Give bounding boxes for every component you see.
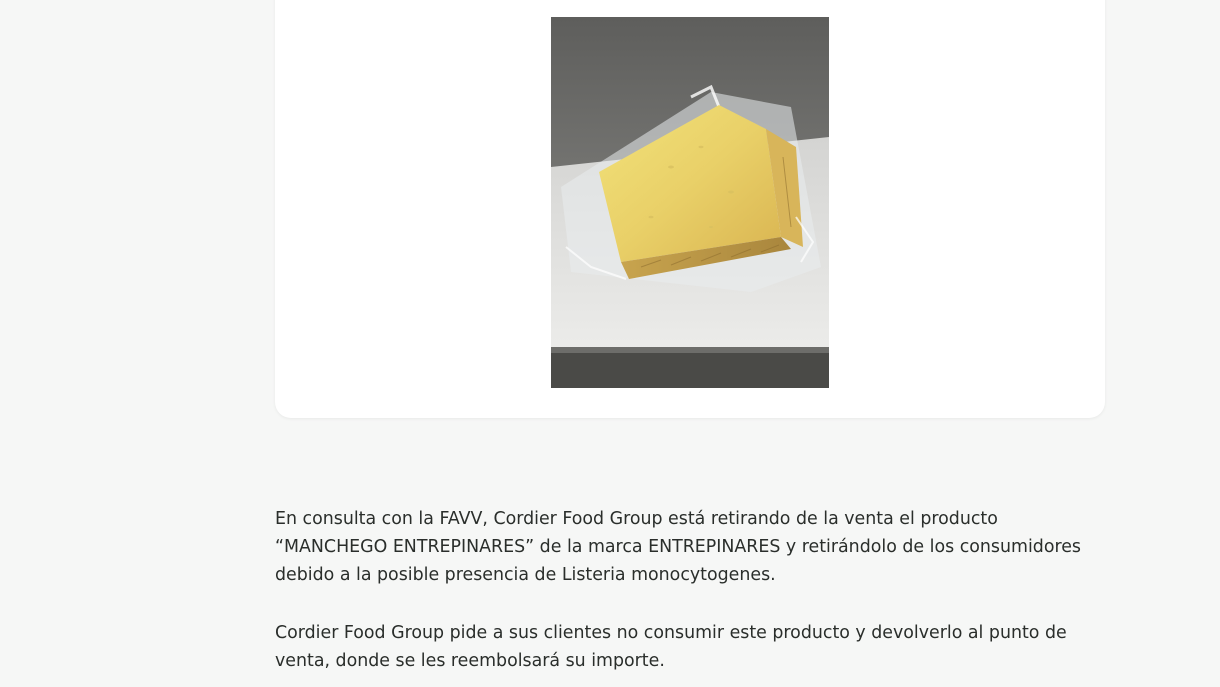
article-paragraph: Cordier Food Group pide a sus clientes n… <box>275 623 1067 671</box>
article-body: En consulta con la FAVV, Cordier Food Gr… <box>275 505 1115 687</box>
cheese-wedge-image <box>551 17 829 388</box>
page: En consulta con la FAVV, Cordier Food Gr… <box>0 0 1220 687</box>
product-photo[interactable] <box>551 17 829 388</box>
product-image-card <box>275 0 1105 418</box>
article-paragraph: En consulta con la FAVV, Cordier Food Gr… <box>275 509 1081 585</box>
